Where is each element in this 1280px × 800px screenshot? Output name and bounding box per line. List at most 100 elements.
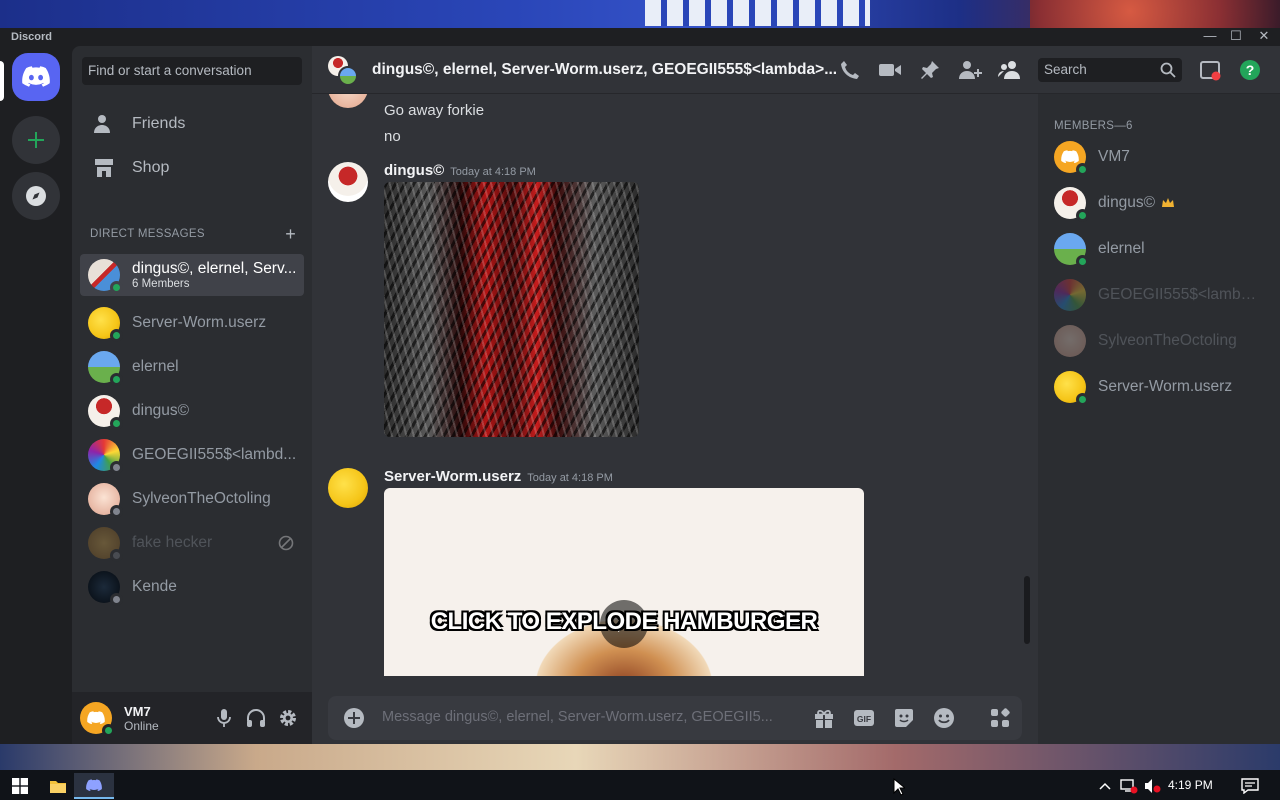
avatar	[1054, 187, 1089, 222]
dm-item-fake-hecker[interactable]: fake hecker	[80, 522, 304, 564]
user-panel: VM7 Online	[72, 692, 312, 744]
member-name: GEOEGII555$<lambd...	[1098, 286, 1262, 303]
voice-call-button[interactable]	[838, 58, 862, 82]
gear-icon	[280, 710, 296, 726]
taskbar-clock[interactable]: 4:19 PM	[1168, 778, 1213, 792]
avatar[interactable]	[328, 162, 368, 202]
add-server-button[interactable]	[12, 116, 60, 164]
nav-friends[interactable]: Friends	[80, 104, 304, 144]
dm-item-group[interactable]: dingus©, elernel, Serv... 6 Members	[80, 254, 304, 296]
member-list: MEMBERS—6 VM7 dingus© elernel GEOEGII555…	[1038, 94, 1280, 744]
member-item-geoegii[interactable]: GEOEGII555$<lambd...	[1046, 274, 1272, 316]
member-item-dingus[interactable]: dingus©	[1046, 182, 1272, 224]
message-author[interactable]: Server-Worm.userz Today at 4:18 PM	[384, 468, 613, 485]
close-button[interactable]: ✕	[1250, 28, 1278, 46]
chat-title: dingus©, elernel, Server-Worm.userz, GEO…	[372, 61, 838, 78]
emoji-button[interactable]	[932, 706, 956, 730]
member-name: elernel	[1098, 240, 1145, 257]
user-avatar[interactable]	[80, 702, 115, 737]
chat-header: dingus©, elernel, Server-Worm.userz, GEO…	[312, 46, 1280, 94]
maximize-button[interactable]: ☐	[1222, 28, 1250, 46]
image-attachment[interactable]	[384, 182, 639, 437]
dm-name: Kende	[132, 578, 177, 595]
avatar	[88, 571, 123, 606]
minimize-button[interactable]: —	[1196, 28, 1224, 46]
inbox-button[interactable]	[1198, 58, 1222, 82]
member-item-vm7[interactable]: VM7	[1046, 136, 1272, 178]
mute-button[interactable]	[212, 706, 236, 730]
status-online-icon	[102, 724, 115, 737]
gif-button[interactable]: GIF	[852, 706, 876, 730]
member-item-elernel[interactable]: elernel	[1046, 228, 1272, 270]
chevron-up-icon	[1099, 782, 1111, 790]
home-button[interactable]	[12, 53, 60, 101]
message-composer: Message dingus©, elernel, Server-Worm.us…	[328, 696, 1022, 740]
dm-item-server-worm[interactable]: Server-Worm.userz	[80, 302, 304, 344]
member-item-sylveon[interactable]: SylveonTheOctoling	[1046, 320, 1272, 362]
member-list-toggle[interactable]	[998, 58, 1022, 82]
status-online-icon	[110, 281, 123, 294]
blocked-icon	[278, 535, 294, 551]
add-friends-to-dm-button[interactable]	[958, 58, 982, 82]
video-call-button[interactable]	[878, 58, 902, 82]
gift-icon	[815, 709, 833, 728]
network-icon	[1120, 779, 1138, 794]
gift-button[interactable]	[812, 706, 836, 730]
status-offline-icon	[110, 593, 123, 606]
desktop-background-top	[0, 0, 1280, 28]
member-name: VM7	[1098, 148, 1130, 165]
sticker-button[interactable]	[892, 706, 916, 730]
add-member-icon	[959, 61, 982, 79]
message-author[interactable]: dingus© Today at 4:18 PM	[384, 162, 536, 179]
headphones-icon	[247, 709, 265, 727]
member-name: SylveonTheOctoling	[1098, 332, 1237, 349]
help-button[interactable]: ?	[1238, 58, 1262, 82]
avatar[interactable]	[328, 468, 368, 508]
avatar	[1054, 279, 1086, 311]
avatar	[88, 439, 123, 474]
action-center-button[interactable]	[1230, 773, 1270, 799]
start-button[interactable]	[0, 773, 40, 799]
volume-button[interactable]	[1140, 773, 1166, 799]
dm-item-dingus[interactable]: dingus©	[80, 390, 304, 432]
status-offline-icon	[110, 461, 123, 474]
user-settings-button[interactable]	[276, 706, 300, 730]
nav-shop-label: Shop	[132, 159, 170, 176]
windows-logo-icon	[12, 778, 28, 794]
deafen-button[interactable]	[244, 706, 268, 730]
chat-scrollbar[interactable]	[1024, 576, 1030, 644]
message-timestamp: Today at 4:18 PM	[527, 472, 613, 484]
discord-logo-icon	[87, 711, 105, 725]
member-item-server-worm[interactable]: Server-Worm.userz	[1046, 366, 1272, 408]
video-attachment[interactable]: CLICK TO EXPLODE HAMBURGER	[384, 488, 864, 676]
message-content: no	[384, 128, 401, 145]
status-online-icon	[110, 417, 123, 430]
taskbar-file-explorer[interactable]	[38, 773, 78, 799]
emoji-icon	[934, 708, 954, 728]
upload-button[interactable]	[342, 706, 366, 730]
avatar	[1054, 141, 1089, 176]
notification-icon	[1241, 778, 1259, 794]
header-search-input[interactable]: Search	[1038, 58, 1182, 82]
dm-item-kende[interactable]: Kende	[80, 566, 304, 608]
dm-item-elernel[interactable]: elernel	[80, 346, 304, 388]
dm-name: dingus©, elernel, Serv...	[132, 260, 297, 277]
taskbar-discord[interactable]	[74, 773, 114, 799]
network-button[interactable]	[1116, 773, 1142, 799]
create-dm-button[interactable]: +	[285, 224, 296, 245]
dm-item-geoegii[interactable]: GEOEGII555$<lambd...	[80, 434, 304, 476]
message-input[interactable]: Message dingus©, elernel, Server-Worm.us…	[382, 709, 782, 725]
explore-button[interactable]	[12, 172, 60, 220]
apps-button[interactable]	[988, 706, 1012, 730]
nav-shop[interactable]: Shop	[80, 148, 304, 188]
video-caption: CLICK TO EXPLODE HAMBURGER	[430, 608, 818, 635]
avatar[interactable]	[328, 94, 368, 108]
dm-item-sylveon[interactable]: SylveonTheOctoling	[80, 478, 304, 520]
members-header: MEMBERS—6	[1054, 120, 1133, 132]
pinned-messages-button[interactable]	[918, 58, 942, 82]
find-conversation-input[interactable]: Find or start a conversation	[82, 57, 302, 85]
discord-logo-icon	[22, 66, 50, 87]
title-bar: Discord — ☐ ✕	[0, 28, 1280, 46]
pin-icon	[921, 61, 939, 79]
dm-sidebar: Find or start a conversation Friends Sho…	[72, 46, 312, 744]
